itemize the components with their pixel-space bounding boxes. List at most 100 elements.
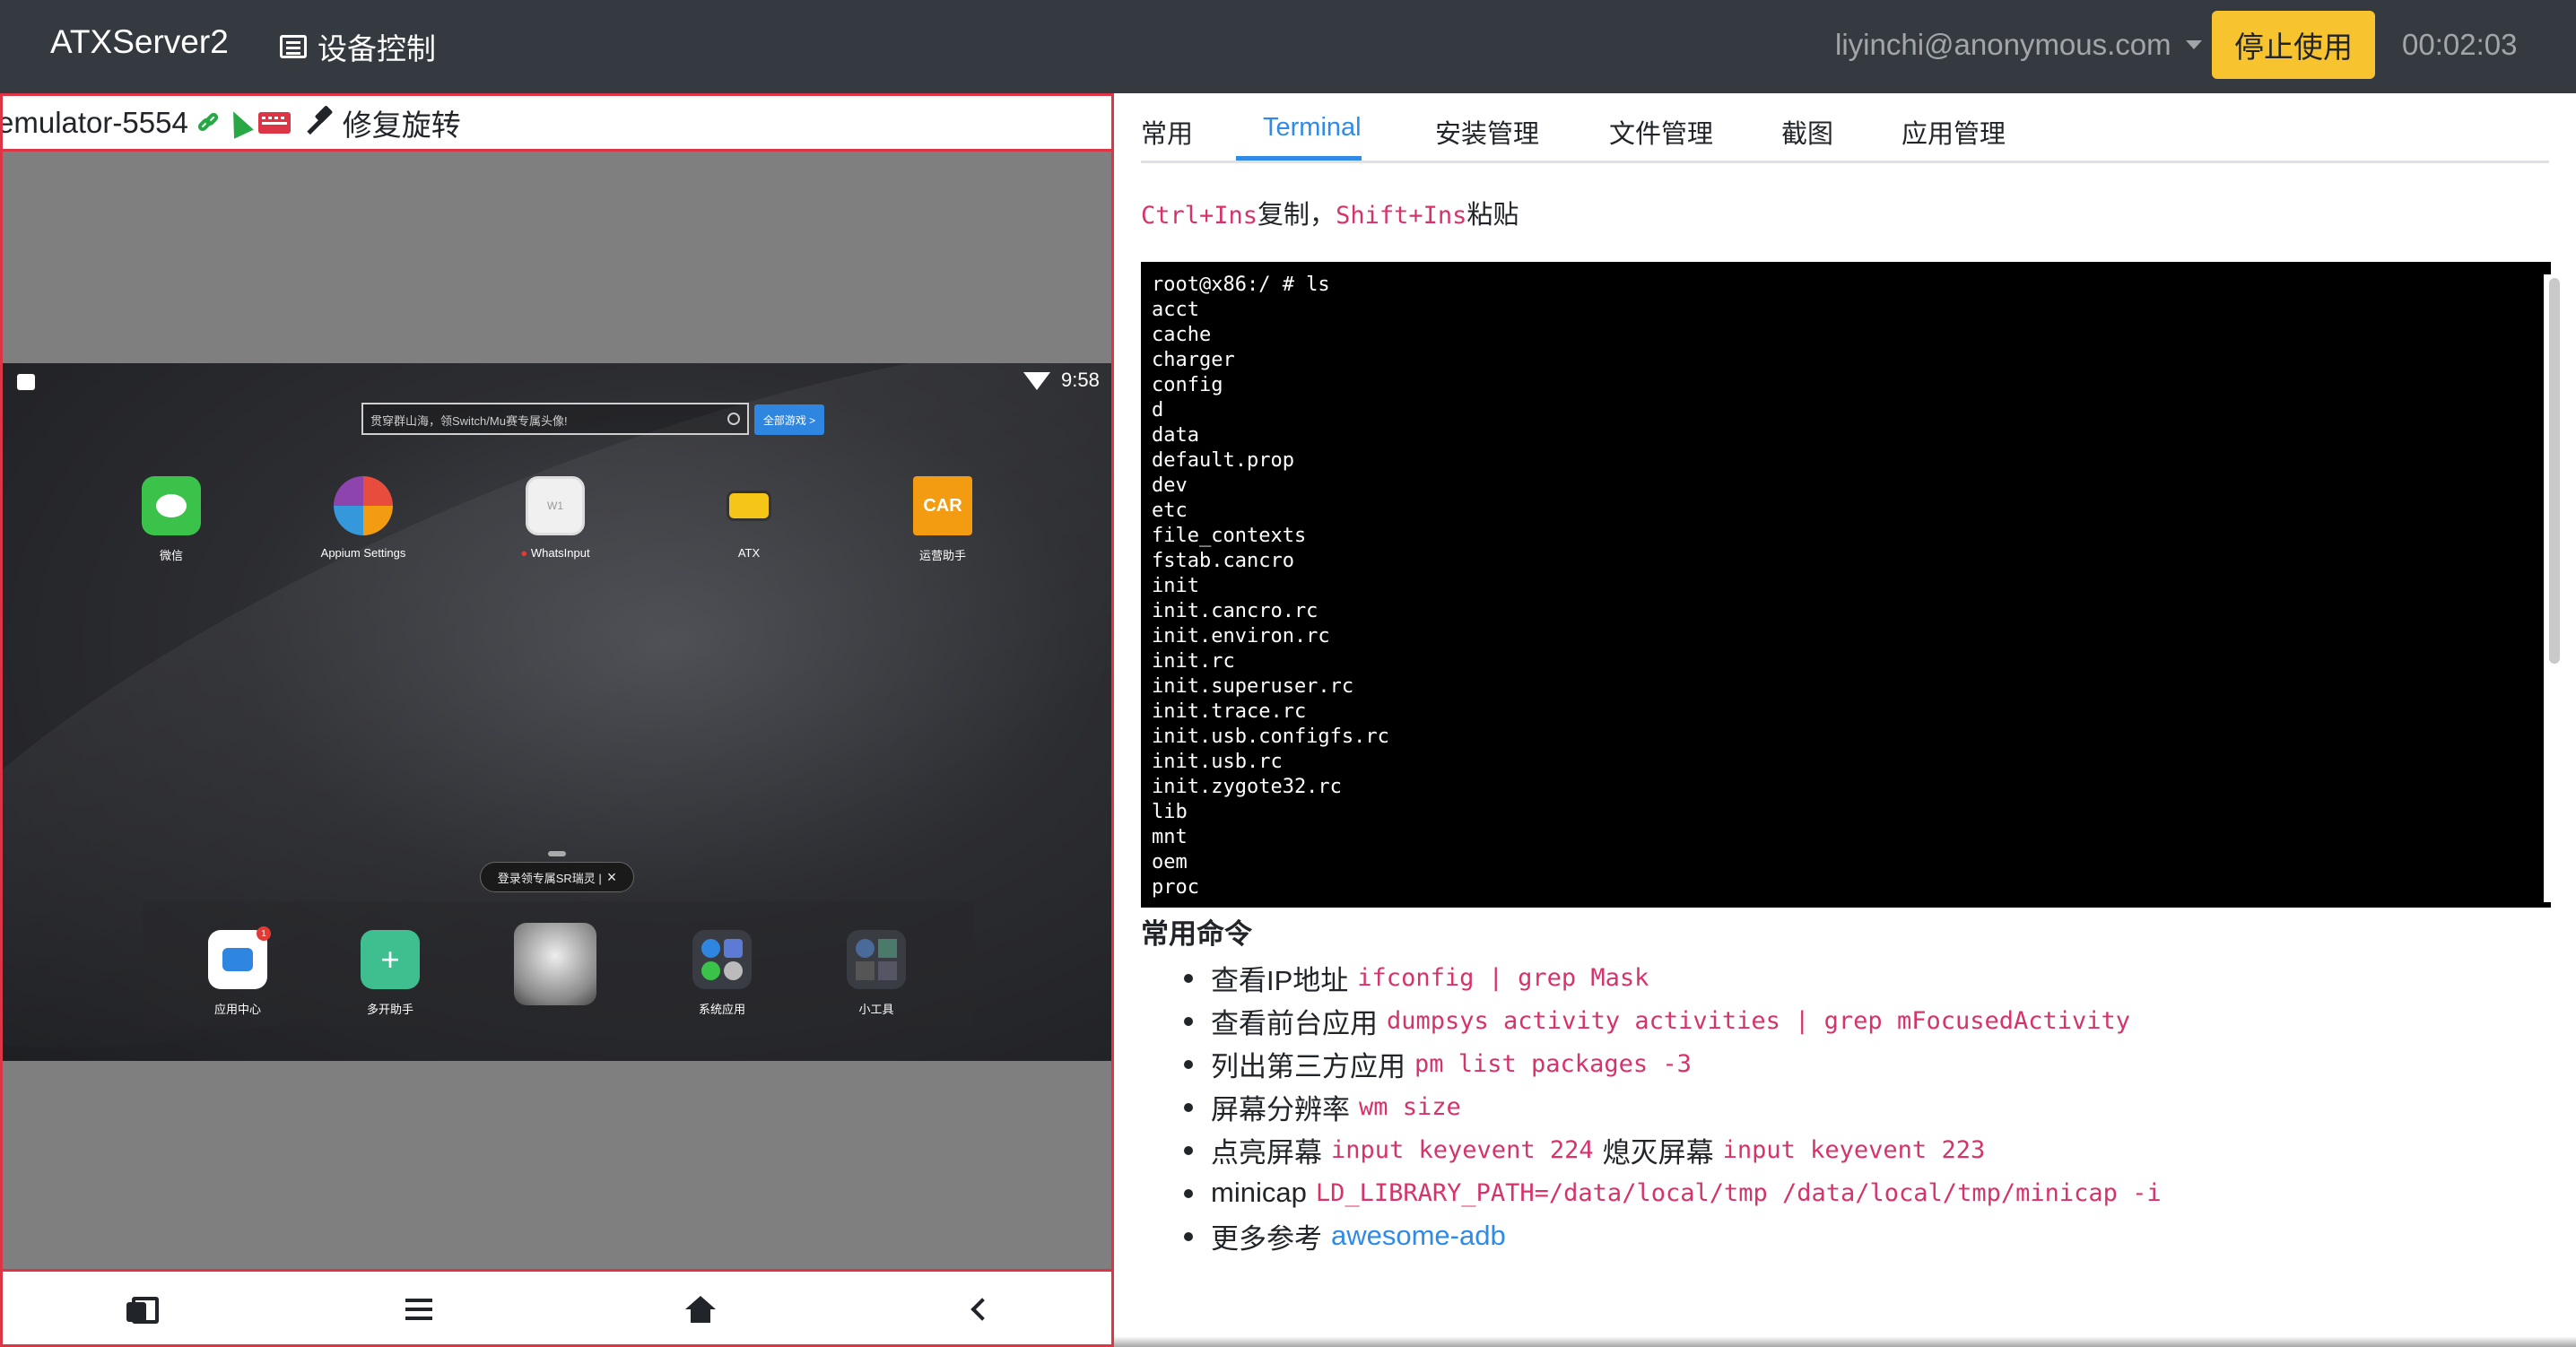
recent-apps-button[interactable] <box>121 1291 159 1327</box>
app-atx[interactable]: ATX <box>677 476 821 560</box>
scrollbar-thumb[interactable] <box>2549 278 2560 664</box>
home-icon <box>685 1296 716 1323</box>
list-icon <box>280 35 307 58</box>
device-header: emulator-5554 修复旋转 <box>3 96 1111 152</box>
command-list: 查看IP地址 ifconfig | grep Mask 查看前台应用 dumps… <box>1184 956 2162 1257</box>
app-label: Appium Settings <box>320 546 406 560</box>
nav-device-control-label: 设备控制 <box>318 32 436 65</box>
launcher-search-input[interactable]: 贯穿群山海，领Switch/Mu赛专属头像! <box>361 403 749 435</box>
paste-label: 粘贴 <box>1466 201 1519 230</box>
command-label: 查看前台应用 <box>1211 1007 1378 1039</box>
nav-device-control[interactable]: 设备控制 <box>280 25 436 68</box>
appium-icon <box>334 476 393 535</box>
command-code: ifconfig | grep Mask <box>1357 963 1649 992</box>
device-screen[interactable]: 9:58 贯穿群山海，领Switch/Mu赛专属头像! 全部游戏 > 微信 Ap… <box>3 363 1111 1061</box>
dock-game[interactable] <box>483 923 627 1005</box>
dock-multi-open[interactable]: + 多开助手 <box>318 930 462 1017</box>
app-label: 小工具 <box>858 1003 894 1016</box>
top-navbar: ATXServer2 设备控制 liyinchi@anonymous.com 停… <box>0 0 2576 93</box>
stop-using-button[interactable]: 停止使用 <box>2212 11 2375 79</box>
command-label-2: 熄灭屏幕 <box>1602 1136 1714 1169</box>
app-label: 多开助手 <box>366 1003 413 1016</box>
command-label: 更多参考 <box>1211 1222 1322 1255</box>
game-portrait-icon <box>514 923 596 1005</box>
notification-icon <box>17 374 35 390</box>
user-email: liyinchi@anonymous.com <box>1835 28 2171 61</box>
fix-rotation-button[interactable]: 修复旋转 <box>343 101 461 144</box>
multi-open-icon: + <box>361 930 420 989</box>
wechat-icon <box>142 476 201 535</box>
command-code-2: input keyevent 223 <box>1722 1135 1986 1164</box>
app-appium-settings[interactable]: Appium Settings <box>292 476 435 560</box>
app-center-icon: 1 <box>208 926 271 989</box>
command-label: 屏幕分辨率 <box>1211 1093 1350 1125</box>
app-wechat[interactable]: 微信 <box>100 476 243 563</box>
command-code: wm size <box>1359 1092 1461 1121</box>
app-ops-assistant[interactable]: CAR 运营助手 <box>871 476 1014 563</box>
command-code: pm list packages -3 <box>1414 1049 1692 1078</box>
mouse-cursor-icon[interactable] <box>223 106 254 139</box>
dock-handle[interactable] <box>548 851 566 856</box>
app-label: ● WhatsInput <box>520 546 590 560</box>
notification-badge: 1 <box>257 926 271 941</box>
app-label: 微信 <box>159 549 183 562</box>
tools-icon <box>847 930 906 989</box>
app-label: 系统应用 <box>698 1003 745 1016</box>
list-item: 列出第三方应用 pm list packages -3 <box>1184 1042 2162 1085</box>
car-icon: CAR <box>913 476 972 535</box>
app-label: 应用中心 <box>213 1003 261 1016</box>
list-item: 屏幕分辨率 wm size <box>1184 1085 2162 1128</box>
command-label: 列出第三方应用 <box>1211 1050 1405 1082</box>
tab-install[interactable]: 安装管理 <box>1435 113 1539 151</box>
session-timer: 00:02:03 <box>2402 28 2518 61</box>
wifi-icon <box>1023 372 1050 390</box>
list-item: 查看IP地址 ifconfig | grep Mask <box>1184 956 2162 999</box>
search-icon <box>727 413 740 425</box>
list-item: 更多参考 awesome-adb <box>1184 1214 2162 1257</box>
all-games-button[interactable]: 全部游戏 > <box>754 404 824 435</box>
tab-common[interactable]: 常用 <box>1141 113 1193 151</box>
dock-system-apps[interactable]: 系统应用 <box>650 930 794 1017</box>
device-panel: emulator-5554 修复旋转 9:58 贯穿群山海，领Switch/Mu… <box>0 93 1114 1347</box>
dock-tools[interactable]: 小工具 <box>805 930 948 1017</box>
list-item: 查看前台应用 dumpsys activity activities | gre… <box>1184 999 2162 1042</box>
tab-app-manage[interactable]: 应用管理 <box>1902 113 2006 151</box>
command-code: dumpsys activity activities | grep mFocu… <box>1387 1006 2131 1035</box>
active-tab-indicator <box>1236 156 1362 161</box>
hammer-icon <box>301 108 332 138</box>
back-button[interactable] <box>961 1291 996 1327</box>
terminal[interactable]: root@x86:/ # ls acct cache charger confi… <box>1141 262 2565 908</box>
app-label: 运营助手 <box>918 549 966 562</box>
command-label: 查看IP地址 <box>1211 964 1349 996</box>
paste-keys: Shift+Ins <box>1336 202 1467 230</box>
tab-screenshot[interactable]: 截图 <box>1781 113 1833 151</box>
connected-link-icon <box>196 109 222 136</box>
launcher-search-placeholder: 贯穿群山海，领Switch/Mu赛专属头像! <box>370 414 568 428</box>
atx-icon <box>719 476 779 535</box>
terminal-hint: Ctrl+Ins复制，Shift+Ins粘贴 <box>1141 194 1519 231</box>
menu-button[interactable] <box>401 1291 437 1327</box>
terminal-scrollbar[interactable] <box>2544 274 2565 902</box>
tab-terminal[interactable]: Terminal <box>1263 113 1362 143</box>
command-label: 点亮屏幕 <box>1211 1136 1322 1169</box>
command-code: LD_LIBRARY_PATH=/data/local/tmp /data/lo… <box>1315 1178 2162 1207</box>
brand-logo[interactable]: ATXServer2 <box>50 23 229 61</box>
home-button[interactable] <box>683 1291 718 1327</box>
status-time: 9:58 <box>1061 369 1100 391</box>
tab-files[interactable]: 文件管理 <box>1609 113 1713 151</box>
tab-bar: 常用 Terminal 安装管理 文件管理 截图 应用管理 <box>1141 104 2549 163</box>
awesome-adb-link[interactable]: awesome-adb <box>1331 1220 1506 1252</box>
dock-app-center[interactable]: 1 应用中心 <box>166 926 309 1017</box>
user-dropdown[interactable]: liyinchi@anonymous.com <box>1835 28 2202 62</box>
login-tooltip[interactable]: 登录领专属SR瑞灵 | × <box>480 862 634 892</box>
tooltip-text: 登录领专属SR瑞灵 | <box>497 871 602 885</box>
terminal-output: root@x86:/ # ls acct cache charger confi… <box>1152 274 1389 899</box>
device-serial: emulator-5554 <box>3 105 188 139</box>
app-label: ATX <box>737 546 761 560</box>
menu-icon <box>405 1308 432 1311</box>
close-icon[interactable]: × <box>607 868 617 887</box>
copy-label: 复制， <box>1258 201 1336 230</box>
keyboard-icon[interactable] <box>257 111 291 134</box>
app-whatsinput[interactable]: W1 ● WhatsInput <box>483 476 627 560</box>
list-item: minicap LD_LIBRARY_PATH=/data/local/tmp … <box>1184 1171 2162 1214</box>
